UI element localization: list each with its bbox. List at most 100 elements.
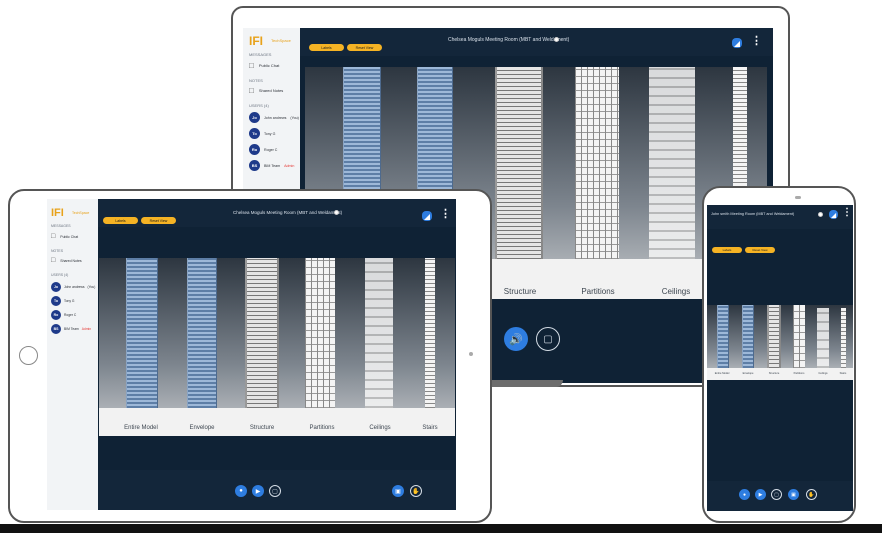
notes-heading: Notes [51, 249, 64, 253]
partitions-render [575, 67, 619, 259]
screen-share-icon[interactable]: ▣ [392, 485, 404, 497]
record-icon[interactable] [554, 37, 559, 42]
reset-view-pill[interactable]: Reset View [745, 247, 775, 253]
ceilings-render [649, 67, 695, 259]
video-off-icon[interactable]: ▢ [536, 327, 560, 351]
envelope-label: Envelope [189, 425, 215, 431]
user-role: Admin [284, 163, 295, 168]
avatar: To [51, 296, 61, 306]
home-button [19, 346, 38, 365]
logo: IFI [51, 207, 64, 219]
ceilings-label: Ceilings [369, 425, 391, 431]
phone-screen: John smith Meeting Room (MBT and Weldame… [707, 205, 853, 511]
record-icon[interactable] [818, 212, 823, 217]
avatar: Ro [249, 144, 260, 155]
user-item[interactable]: Ro Roger C [249, 144, 277, 155]
viewer-floor [99, 408, 455, 436]
avatar: Ro [51, 310, 61, 320]
public-chat-item[interactable]: □ Public Chat [249, 61, 279, 70]
signal-icon [829, 210, 838, 219]
kebab-menu-icon[interactable]: ⋮ [842, 207, 852, 218]
public-chat-label: Public Chat [60, 234, 79, 239]
speaker-icon[interactable]: 🔊 [504, 327, 528, 351]
avatar: BS [51, 324, 61, 334]
stairs-label: Stairs [422, 425, 438, 431]
shared-notes-item[interactable]: □ Shared Notes [249, 86, 283, 95]
avatar: BS [249, 160, 260, 171]
speaker-icon[interactable]: ▶ [252, 485, 264, 497]
user-name: BIM Team [64, 327, 79, 331]
phone-speaker [795, 196, 801, 199]
meeting-title: Chelsea Moguls Meeting Room (MBT and Wel… [233, 210, 343, 215]
ceilings-label: Ceilings [661, 287, 691, 296]
user-name: Tony G [264, 131, 276, 136]
structure-label: Structure [249, 425, 275, 431]
labels-pill[interactable]: Labels [103, 217, 138, 224]
user-name: Roger C [264, 147, 278, 152]
logo-subtitle: TechSpace [271, 38, 291, 43]
partitions-render [793, 305, 805, 368]
tablet-screen: IFI TechSpace Messages □ Public Chat Not… [47, 199, 456, 510]
user-item[interactable]: To Tony G [51, 296, 74, 306]
stairs-render [841, 308, 846, 368]
chat-icon: □ [51, 233, 56, 240]
envelope-render [187, 258, 217, 408]
user-item[interactable]: Jo John andrews (You) [51, 282, 95, 292]
partitions-label: Partitions [581, 287, 615, 296]
notes-icon: □ [249, 86, 254, 95]
logo-subtitle: TechSpace [72, 211, 90, 215]
video-off-icon[interactable]: ▢ [771, 489, 782, 500]
microphone-icon[interactable]: ● [739, 489, 750, 500]
public-chat-item[interactable]: □ Public Chat [51, 233, 78, 240]
model-viewer[interactable]: Entire Model Envelope Structure Partitio… [707, 305, 853, 380]
avatar: Jo [249, 112, 260, 123]
video-off-icon[interactable]: ▢ [269, 485, 281, 497]
structure-label: Structure [768, 372, 780, 375]
users-heading: Users (4) [249, 103, 269, 108]
user-item[interactable]: To Tony G [249, 128, 275, 139]
user-tag: (You) [290, 115, 299, 120]
shared-notes-item[interactable]: □ Shared Notes [51, 257, 82, 264]
shared-notes-label: Shared Notes [258, 88, 284, 93]
structure-label: Structure [503, 287, 537, 296]
envelope-label: Envelope [742, 372, 754, 375]
partitions-render [305, 258, 335, 408]
avatar: Jo [51, 282, 61, 292]
structure-render [767, 305, 781, 368]
reset-view-pill[interactable]: Reset View [141, 217, 176, 224]
sidebar: IFI TechSpace Messages □ Public Chat Not… [47, 199, 98, 510]
users-heading: Users (4) [51, 273, 69, 277]
ceilings-render [817, 308, 829, 368]
chat-icon: □ [249, 61, 254, 70]
reset-view-pill[interactable]: Reset View [347, 44, 382, 51]
structure-render [495, 67, 543, 259]
user-item[interactable]: BS BIM Team Admin [51, 324, 91, 334]
user-role: Admin [81, 327, 92, 331]
signal-icon [732, 38, 742, 48]
kebab-menu-icon[interactable]: ⋮ [751, 34, 762, 47]
user-item[interactable]: Ro Roger C [51, 310, 76, 320]
partitions-label: Partitions [309, 425, 335, 431]
speaker-icon[interactable]: ▶ [755, 489, 766, 500]
raise-hand-icon[interactable]: ✋ [806, 489, 817, 500]
model-viewer[interactable]: Entire Model Envelope Structure Partitio… [99, 258, 455, 436]
user-name: John andrews [64, 285, 85, 289]
entire-model-label: Entire Model [124, 425, 158, 431]
user-item[interactable]: Jo John andrews (You) [249, 112, 299, 123]
labels-pill[interactable]: Labels [309, 44, 344, 51]
raise-hand-icon[interactable]: ✋ [410, 485, 422, 497]
entire-model-render [717, 305, 729, 368]
signal-icon [422, 211, 432, 221]
labels-pill[interactable]: Labels [712, 247, 742, 253]
screen-share-icon[interactable]: ▣ [788, 489, 799, 500]
notes-icon: □ [51, 257, 56, 264]
meeting-title: John smith Meeting Room (MBT and Weldame… [711, 212, 795, 216]
microphone-icon[interactable]: ● [235, 485, 247, 497]
user-item[interactable]: BS BIM Team Admin [249, 160, 294, 171]
logo: IFI [249, 34, 263, 48]
public-chat-label: Public Chat [258, 63, 280, 68]
record-icon[interactable] [334, 210, 339, 215]
user-name: Roger C [64, 313, 77, 317]
kebab-menu-icon[interactable]: ⋮ [440, 207, 451, 220]
user-name: BIM Team [264, 163, 281, 168]
